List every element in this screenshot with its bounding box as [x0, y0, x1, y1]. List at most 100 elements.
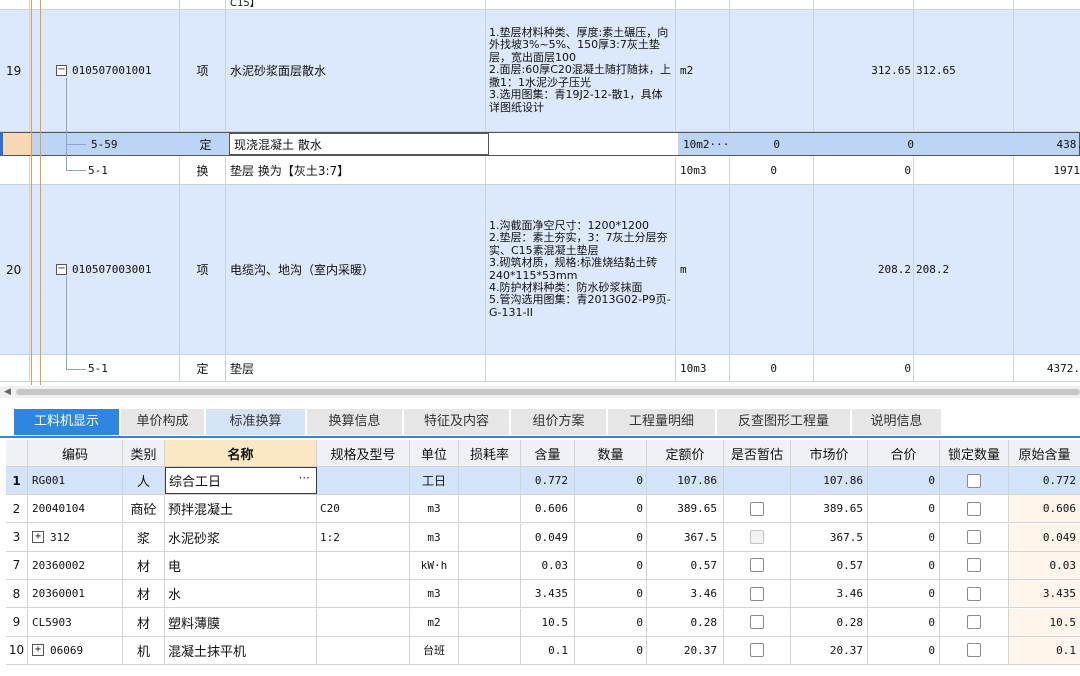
browse-button[interactable]: ··· — [299, 471, 310, 485]
resource-content[interactable]: 0.606 — [521, 495, 575, 523]
expand-icon[interactable]: + — [32, 644, 44, 657]
resource-name[interactable]: 水泥砂浆 — [165, 523, 317, 551]
resource-loss-rate[interactable] — [459, 636, 521, 664]
collapse-icon[interactable]: − — [56, 264, 67, 275]
resource-quantity[interactable]: 0 — [575, 636, 647, 664]
resource-name[interactable]: 预拌混凝土 — [165, 495, 317, 523]
quota-row[interactable]: 5-1 换 垫层 换为【灰土3:7】 10m3 0 0 1971 — [0, 157, 1080, 185]
resource-row[interactable]: 8 20360001 材水 m3 3.435 0 3.46 3.46 0 3.435 — [6, 580, 1080, 609]
resource-name[interactable]: 电 — [165, 551, 317, 579]
lock-quantity-checkbox[interactable] — [967, 473, 981, 488]
resource-quantity[interactable]: 0 — [575, 551, 647, 579]
resource-market-price[interactable]: 0.28 — [791, 608, 868, 636]
provisional-checkbox[interactable] — [750, 643, 764, 658]
resource-name-editor[interactable]: 综合工日 ··· — [165, 467, 317, 494]
resource-market-price[interactable]: 20.37 — [791, 636, 868, 664]
bill-row[interactable]: 19 − 010507001001 项 水泥砂浆面层散水 1.垫层材料种类、厚度… — [0, 10, 1080, 132]
resource-market-price[interactable]: 0.57 — [791, 551, 868, 579]
resource-quantity[interactable]: 0 — [575, 495, 647, 523]
resource-market-price[interactable]: 3.46 — [791, 580, 868, 608]
tab-conversion-info[interactable]: 换算信息 — [307, 409, 403, 435]
col-header-quantity[interactable]: 数量 — [575, 440, 647, 466]
resource-name[interactable]: 混凝土抹平机 — [165, 636, 317, 664]
resource-spec[interactable] — [317, 608, 410, 636]
resource-code-cell[interactable]: 20360002 — [28, 551, 123, 579]
resource-spec[interactable] — [317, 551, 410, 579]
resource-quantity[interactable]: 0 — [575, 523, 647, 551]
resource-content[interactable]: 0.03 — [521, 551, 575, 579]
tab-description[interactable]: 说明信息 — [852, 409, 942, 435]
col-header-provisional[interactable]: 是否暂估 — [724, 440, 791, 466]
lock-quantity-checkbox[interactable] — [967, 643, 981, 658]
resource-quantity[interactable]: 0 — [575, 467, 647, 494]
resource-code-cell[interactable]: RG001 — [28, 467, 123, 494]
provisional-checkbox[interactable] — [750, 501, 764, 516]
col-header-content[interactable]: 含量 — [521, 440, 575, 466]
expand-icon[interactable]: + — [32, 531, 44, 544]
provisional-checkbox[interactable] — [750, 586, 764, 601]
resource-spec[interactable]: 1:2 — [317, 523, 410, 551]
tab-unit-price-composition[interactable]: 单价构成 — [121, 409, 205, 435]
resource-loss-rate[interactable] — [459, 608, 521, 636]
resource-spec[interactable] — [317, 636, 410, 664]
partial-row[interactable]: C15】 — [0, 0, 1080, 10]
resource-row[interactable]: 2 20040104 商砼 预拌混凝土 C20 m3 0.606 0 389.65 389.65 0… — [6, 495, 1080, 524]
resource-loss-rate[interactable] — [459, 580, 521, 608]
col-header-original-content[interactable]: 原始含量 — [1009, 440, 1080, 466]
col-header-lock-quantity[interactable]: 锁定数量 — [940, 440, 1009, 466]
resource-code-cell[interactable]: CL5903 — [28, 608, 123, 636]
resource-row[interactable]: 7 20360002 材电 kW·h 0.03 0 0.57 0.57 0 0.03 — [6, 551, 1080, 580]
item-name[interactable]: 现浇混凝土 散水 — [229, 133, 489, 155]
col-header-loss-rate[interactable]: 损耗率 — [459, 440, 521, 466]
resource-code-cell[interactable]: 20360001 — [28, 580, 123, 608]
collapse-icon[interactable]: − — [56, 65, 67, 76]
resource-loss-rate[interactable] — [459, 523, 521, 551]
resource-content[interactable]: 3.435 — [521, 580, 575, 608]
resource-loss-rate[interactable] — [459, 467, 521, 494]
resource-market-price[interactable]: 107.86 — [791, 467, 868, 494]
tab-pricing-scheme[interactable]: 组价方案 — [511, 409, 607, 435]
col-header-spec[interactable]: 规格及型号 — [317, 440, 410, 466]
resource-market-price[interactable]: 389.65 — [791, 495, 868, 523]
resource-code-cell[interactable]: +06069 — [28, 636, 123, 664]
resource-market-price[interactable]: 367.5 — [791, 523, 868, 551]
resource-spec[interactable]: C20 — [317, 495, 410, 523]
resource-row[interactable]: 1 RG001 人综合工日 ··· 工日 0.772 0 107.86 107.86 0 0.772 — [6, 467, 1080, 495]
col-header-quota-price[interactable]: 定额价 — [647, 440, 724, 466]
resource-quantity[interactable]: 0 — [575, 608, 647, 636]
provisional-checkbox[interactable] — [750, 558, 764, 573]
tab-labor-material-machine[interactable]: 工料机显示 — [14, 409, 120, 435]
resource-loss-rate[interactable] — [459, 495, 521, 523]
resource-loss-rate[interactable] — [459, 551, 521, 579]
col-header-code[interactable]: 编码 — [28, 440, 123, 466]
col-header-name[interactable]: 名称 — [165, 440, 317, 466]
resource-row[interactable]: 10 +06069 机混凝土抹平机 台班 0.1 0 20.37 20.37 0 0.1 — [6, 636, 1080, 665]
scroll-left-icon[interactable]: ◀ — [4, 386, 11, 398]
tab-reverse-graphic-quantity[interactable]: 反查图形工程量 — [717, 409, 851, 435]
tab-features-content[interactable]: 特征及内容 — [404, 409, 510, 435]
horizontal-scrollbar[interactable]: ◀ — [0, 386, 1080, 398]
resource-name[interactable]: 塑料薄膜 — [165, 608, 317, 636]
resource-row[interactable]: 3 +312 浆水泥砂浆 1:2 m3 0.049 0 367.5 367.5 0 0.049 — [6, 523, 1080, 552]
bill-row[interactable]: 20 − 010507003001 项 电缆沟、地沟（室内采暖） 1.沟截面净空… — [0, 185, 1080, 355]
tab-standard-conversion[interactable]: 标准换算 — [206, 409, 306, 435]
resource-quantity[interactable]: 0 — [575, 580, 647, 608]
resource-code-cell[interactable]: 20040104 — [28, 495, 123, 523]
lock-quantity-checkbox[interactable] — [967, 558, 981, 573]
resource-row[interactable]: 9 CL5903 材塑料薄膜 m2 10.5 0 0.28 0.28 0 10.5 — [6, 608, 1080, 637]
provisional-checkbox[interactable] — [750, 615, 764, 629]
lock-quantity-checkbox[interactable] — [967, 586, 981, 601]
resource-spec[interactable] — [317, 580, 410, 608]
resource-name[interactable]: 水 — [165, 580, 317, 608]
lock-quantity-checkbox[interactable] — [967, 530, 981, 545]
resource-content[interactable]: 0.772 — [521, 467, 575, 494]
lock-quantity-checkbox[interactable] — [967, 615, 981, 629]
col-header-total-price[interactable]: 合价 — [868, 440, 940, 466]
quota-row[interactable]: 5-1 定 垫层 10m3 0 0 4372. — [0, 355, 1080, 382]
resource-spec[interactable] — [317, 467, 410, 494]
resource-content[interactable]: 10.5 — [521, 608, 575, 636]
col-header-unit[interactable]: 单位 — [410, 440, 459, 466]
tab-quantity-details[interactable]: 工程量明细 — [608, 409, 716, 435]
resource-content[interactable]: 0.049 — [521, 523, 575, 551]
resource-content[interactable]: 0.1 — [521, 636, 575, 664]
